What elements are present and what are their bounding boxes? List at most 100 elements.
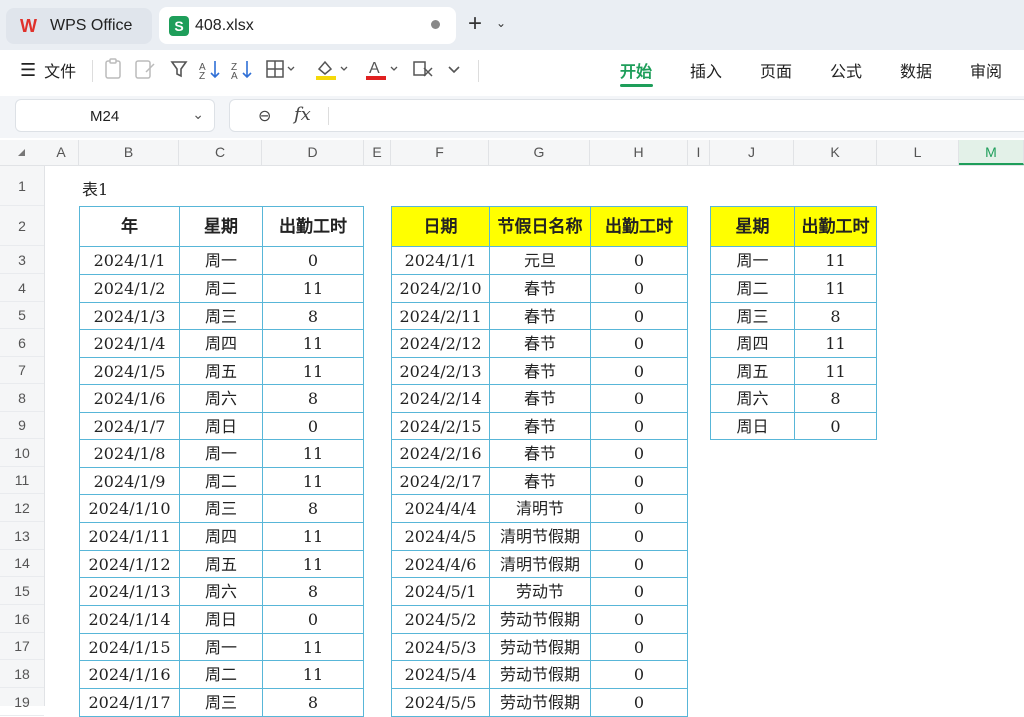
table1-cell[interactable]: 周六 — [179, 577, 263, 606]
table1-cell[interactable]: 11 — [262, 522, 364, 551]
table2-cell[interactable]: 0 — [590, 660, 688, 689]
table2-cell[interactable]: 2024/4/4 — [391, 494, 490, 523]
table2-cell[interactable]: 0 — [590, 605, 688, 634]
table2-cell[interactable]: 2024/2/13 — [391, 357, 490, 385]
table1-cell[interactable]: 2024/1/12 — [79, 550, 180, 578]
table1-cell[interactable]: 周五 — [179, 357, 263, 385]
row-header-9[interactable]: 9 — [0, 412, 44, 439]
row-header-7[interactable]: 7 — [0, 357, 44, 384]
tab-file[interactable]: S 408.xlsx — [159, 7, 456, 44]
table3-cell[interactable]: 11 — [794, 274, 877, 303]
table2-cell[interactable]: 清明节假期 — [489, 522, 591, 551]
table1-cell[interactable]: 8 — [262, 494, 364, 523]
function-icon[interactable]: fx — [294, 104, 311, 125]
table1-cell[interactable]: 2024/1/5 — [79, 357, 180, 385]
table2-cell[interactable]: 0 — [590, 633, 688, 661]
row-header-10[interactable]: 10 — [0, 439, 44, 467]
table2-cell[interactable]: 0 — [590, 522, 688, 551]
ribbon-tab-review[interactable]: 审阅 — [970, 58, 1002, 82]
table1-cell[interactable]: 周一 — [179, 246, 263, 275]
table1-cell[interactable]: 0 — [262, 605, 364, 634]
table2-cell[interactable]: 0 — [590, 357, 688, 385]
table2-cell[interactable]: 元旦 — [489, 246, 591, 275]
table1-cell[interactable]: 11 — [262, 329, 364, 358]
table1-cell[interactable]: 2024/1/6 — [79, 384, 180, 413]
formula-input[interactable]: ⊖ fx — [229, 99, 1024, 132]
file-menu-button[interactable]: ☰ 文件 — [20, 58, 76, 82]
table3-cell[interactable]: 8 — [794, 384, 877, 413]
column-header-M[interactable]: M — [959, 140, 1024, 165]
table2-cell[interactable]: 0 — [590, 439, 688, 468]
column-header-G[interactable]: G — [489, 140, 590, 165]
table1-cell[interactable]: 11 — [262, 660, 364, 689]
chevron-down-icon[interactable]: ⌄ — [496, 16, 506, 30]
column-header-F[interactable]: F — [391, 140, 489, 165]
row-header-19[interactable]: 19 — [0, 688, 44, 716]
table2-cell[interactable]: 0 — [590, 550, 688, 578]
table2-cell[interactable]: 2024/5/3 — [391, 633, 490, 661]
table1-cell[interactable]: 2024/1/7 — [79, 412, 180, 440]
paste-values-icon[interactable] — [104, 57, 124, 81]
table3-cell[interactable]: 周四 — [710, 329, 795, 358]
ribbon-tab-insert[interactable]: 插入 — [690, 58, 722, 82]
row-header-5[interactable]: 5 — [0, 302, 44, 329]
table2-cell[interactable]: 0 — [590, 494, 688, 523]
paste-format-icon[interactable] — [134, 57, 156, 81]
table1-cell[interactable]: 周二 — [179, 660, 263, 689]
table1-cell[interactable]: 周六 — [179, 384, 263, 413]
row-header-1[interactable]: 1 — [0, 166, 44, 206]
filter-icon[interactable] — [170, 57, 188, 81]
table3-header-cell[interactable]: 星期 — [710, 206, 795, 247]
table2-cell[interactable]: 0 — [590, 329, 688, 358]
table2-cell[interactable]: 0 — [590, 467, 688, 495]
unsaved-dot-icon[interactable] — [431, 20, 440, 29]
table2-cell[interactable]: 春节 — [489, 439, 591, 468]
name-box[interactable]: M24 ⌄ — [15, 99, 215, 132]
table2-cell[interactable]: 0 — [590, 412, 688, 440]
row-header-8[interactable]: 8 — [0, 384, 44, 412]
caption-table1[interactable]: 表1 — [82, 176, 108, 200]
table2-cell[interactable]: 0 — [590, 384, 688, 413]
new-tab-plus-icon[interactable]: + — [468, 12, 482, 36]
row-header-3[interactable]: 3 — [0, 246, 44, 274]
table1-cell[interactable]: 2024/1/16 — [79, 660, 180, 689]
row-header-4[interactable]: 4 — [0, 274, 44, 302]
table2-cell[interactable]: 2024/2/12 — [391, 329, 490, 358]
table2-cell[interactable]: 2024/2/14 — [391, 384, 490, 413]
table1-cell[interactable]: 2024/1/1 — [79, 246, 180, 275]
row-header-11[interactable]: 11 — [0, 467, 44, 494]
table1-cell[interactable]: 周一 — [179, 633, 263, 661]
row-header-17[interactable]: 17 — [0, 633, 44, 660]
sort-descending-icon[interactable]: ZA — [230, 57, 254, 81]
table1-cell[interactable]: 2024/1/14 — [79, 605, 180, 634]
table2-cell[interactable]: 0 — [590, 246, 688, 275]
row-header-16[interactable]: 16 — [0, 605, 44, 633]
table2-header-cell[interactable]: 节假日名称 — [489, 206, 591, 247]
table2-header-cell[interactable]: 日期 — [391, 206, 490, 247]
table1-cell[interactable]: 2024/1/3 — [79, 302, 180, 330]
table3-cell[interactable]: 11 — [794, 329, 877, 358]
row-header-15[interactable]: 15 — [0, 577, 44, 605]
table1-cell[interactable]: 2024/1/10 — [79, 494, 180, 523]
table2-cell[interactable]: 劳动节假期 — [489, 660, 591, 689]
table2-cell[interactable]: 2024/4/6 — [391, 550, 490, 578]
table2-cell[interactable]: 2024/4/5 — [391, 522, 490, 551]
clear-format-icon[interactable] — [412, 57, 434, 81]
column-header-B[interactable]: B — [79, 140, 179, 165]
ribbon-tab-formula[interactable]: 公式 — [830, 58, 862, 82]
table1-cell[interactable]: 11 — [262, 633, 364, 661]
row-header-13[interactable]: 13 — [0, 522, 44, 550]
column-header-L[interactable]: L — [877, 140, 959, 165]
row-header-18[interactable]: 18 — [0, 660, 44, 688]
table3-cell[interactable]: 0 — [794, 412, 877, 440]
column-header-D[interactable]: D — [262, 140, 364, 165]
table2-cell[interactable]: 2024/2/11 — [391, 302, 490, 330]
column-header-H[interactable]: H — [590, 140, 688, 165]
table2-cell[interactable]: 春节 — [489, 357, 591, 385]
table2-cell[interactable]: 2024/2/10 — [391, 274, 490, 303]
column-header-A[interactable]: A — [44, 140, 79, 165]
table2-cell[interactable]: 劳动节假期 — [489, 633, 591, 661]
table1-cell[interactable]: 8 — [262, 302, 364, 330]
table1-cell[interactable]: 周二 — [179, 274, 263, 303]
table3-cell[interactable]: 周五 — [710, 357, 795, 385]
